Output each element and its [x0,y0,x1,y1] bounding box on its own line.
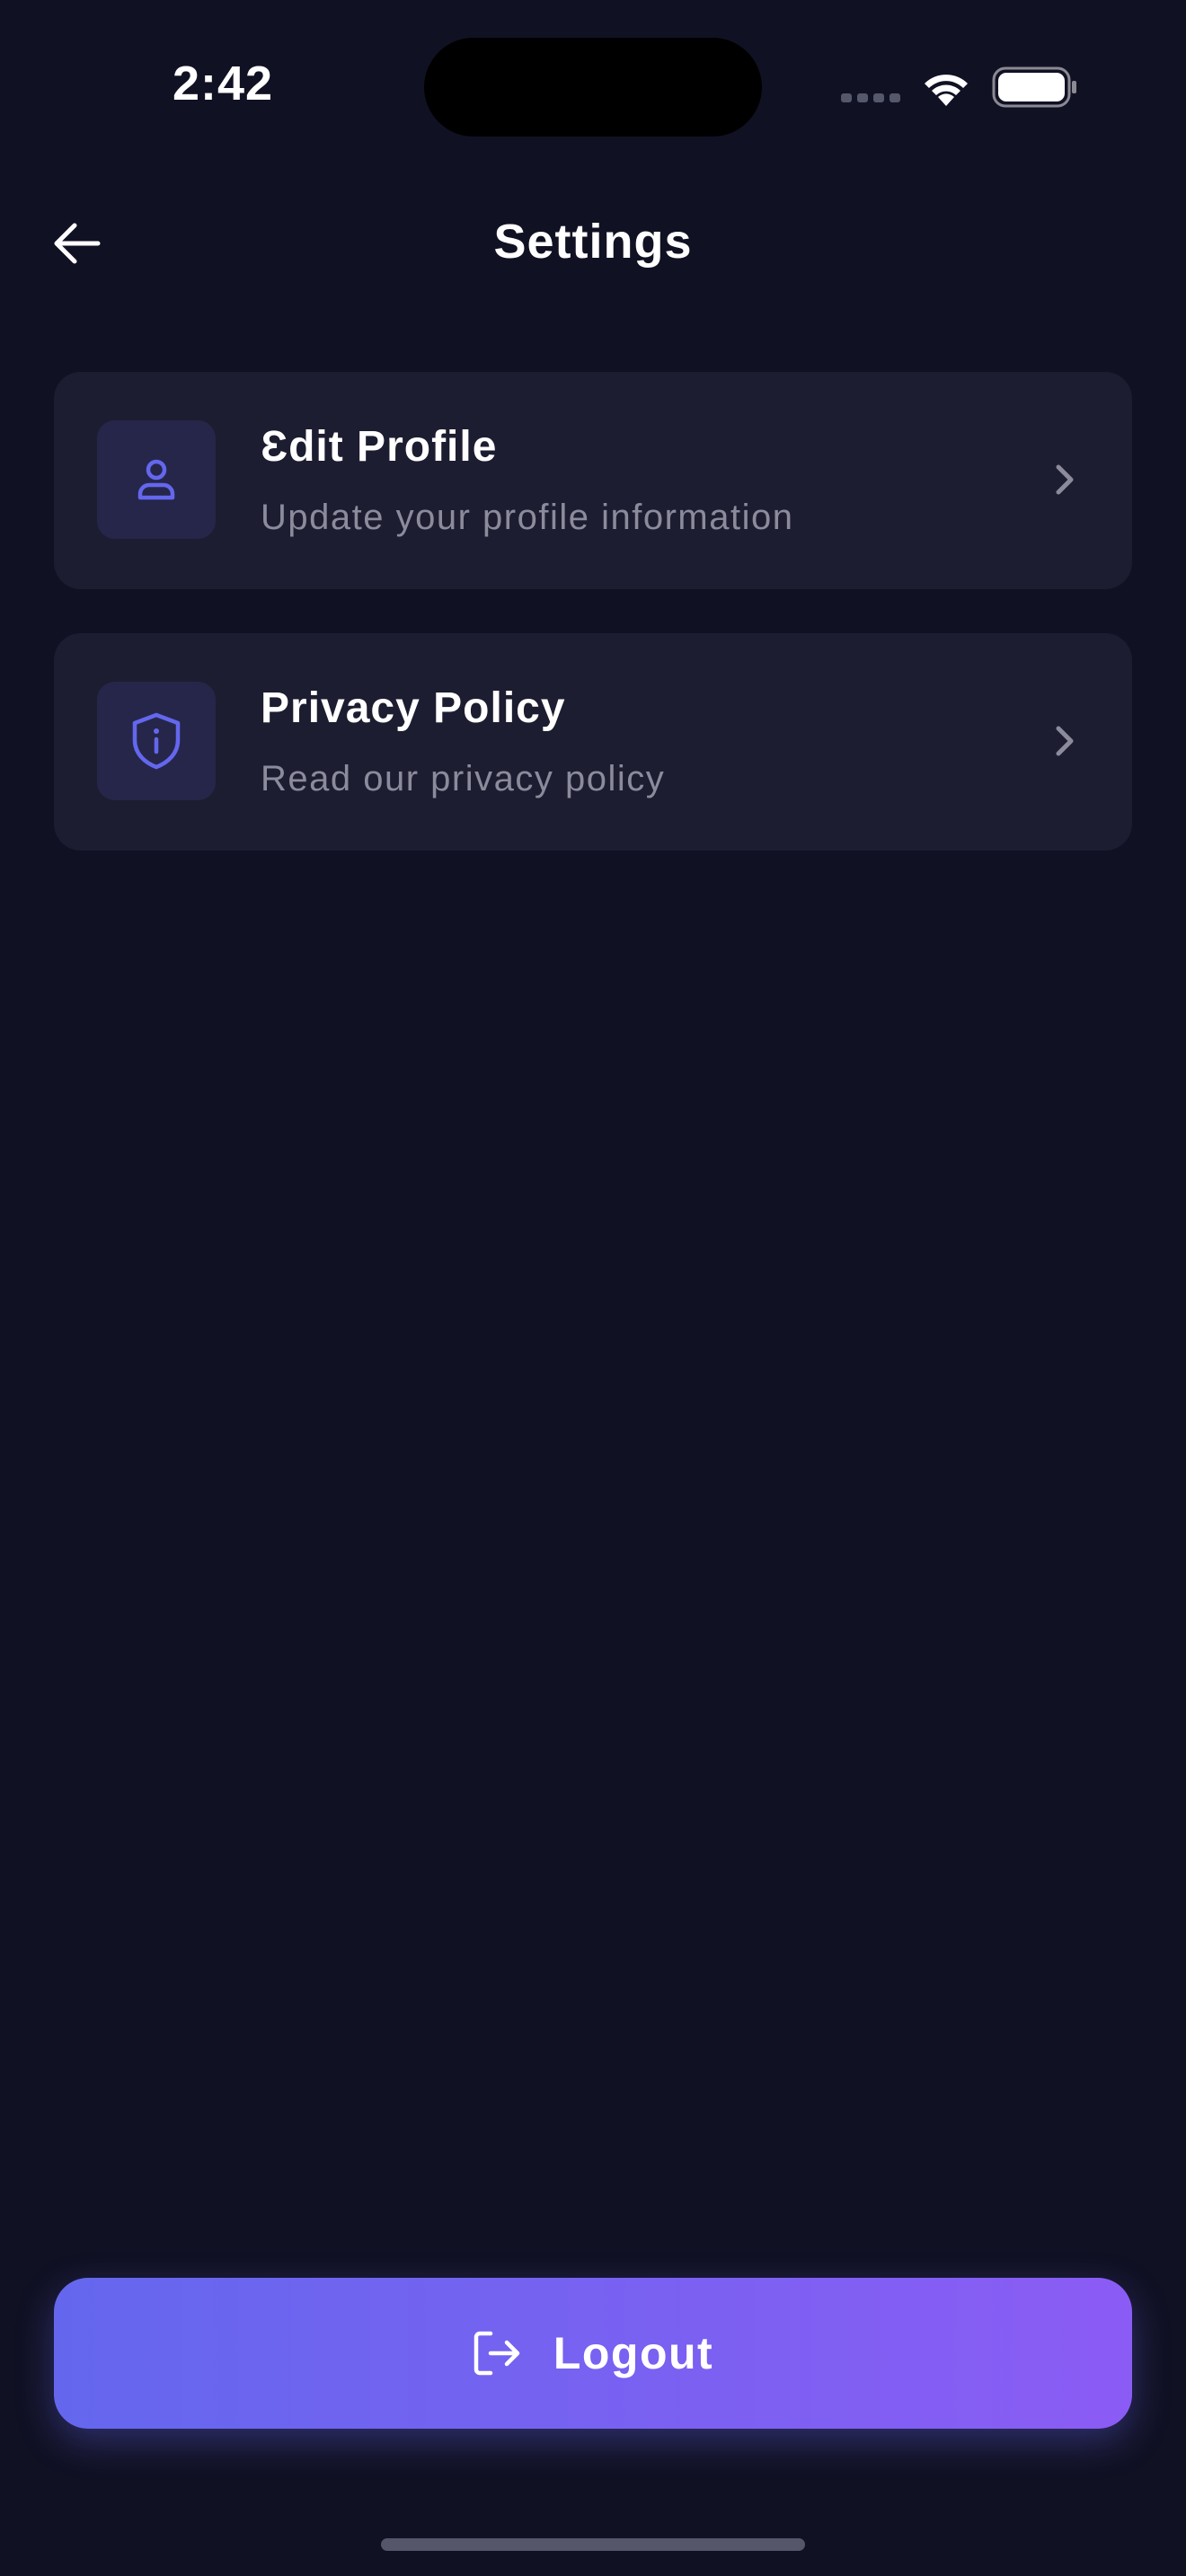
settings-item-edit-profile[interactable]: Ɛdit Profile Update your profile informa… [54,372,1132,589]
logout-icon [474,2331,520,2376]
home-indicator[interactable] [381,2538,805,2551]
battery-icon [992,66,1076,108]
logout-button[interactable]: Logout [54,2278,1132,2429]
shield-info-icon [132,712,181,770]
chevron-right-icon [1056,464,1074,495]
item-title: Ɛdit Profile [261,423,498,471]
cellular-signal-icon [841,93,900,102]
item-subtitle: Read our privacy policy [261,759,666,798]
logout-label: Logout [553,2328,714,2378]
icon-tile [97,420,216,539]
chevron-right-icon [1056,726,1074,756]
status-time: 2:42 [173,57,274,110]
icon-tile [97,682,216,800]
wifi-icon [925,75,968,106]
settings-item-privacy-policy[interactable]: Privacy Policy Read our privacy policy [54,633,1132,851]
item-title: Privacy Policy [261,684,566,732]
item-subtitle: Update your profile information [261,498,794,537]
user-icon [137,459,175,500]
page-title: Settings [493,215,693,269]
dynamic-island [424,38,762,137]
